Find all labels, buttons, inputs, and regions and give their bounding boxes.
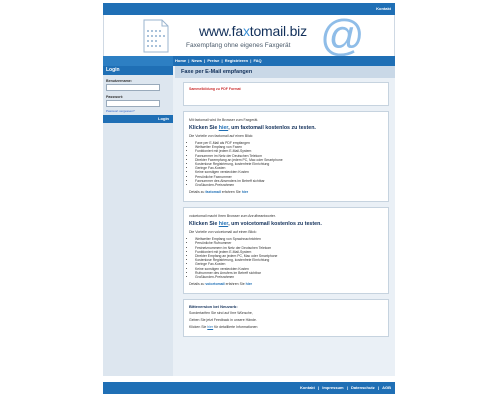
sidebar: Login Benutzername: Passwort: Passwort v… xyxy=(103,66,173,376)
faxtomail-intro: Mit faxtomail wird Ihr Browser zum Faxge… xyxy=(189,118,259,122)
faxtomail-lead: Die Vorteile von faxtomail auf einen Bli… xyxy=(189,134,254,138)
site-tagline: Faxempfang ohne eigenes Faxgerät xyxy=(186,42,291,49)
voicetomail-box: voicetomail macht Ihren Browser zum Anru… xyxy=(183,207,389,295)
faxtomail-box: Mit faxtomail wird Ihr Browser zum Faxge… xyxy=(183,111,389,203)
feedback-line-1: Sondertarifen Sie sind auf Ihre Wünsche, xyxy=(189,311,253,316)
nav-item-registrieren[interactable]: Registrieren xyxy=(225,58,248,63)
password-input[interactable] xyxy=(106,100,160,107)
footer-impressum-link[interactable]: Impressum xyxy=(322,385,343,390)
list-item: Großkunden-Preisrahmen xyxy=(195,275,383,279)
voicetomail-here-link[interactable]: hier xyxy=(246,282,252,286)
voicetomail-details: Details zu voicetomail erfahren Sie hier xyxy=(189,282,253,287)
feedback-line-3: Klicken Sie hier für detaillierte Inform… xyxy=(189,325,258,330)
feedback-box: Bitteversion bei Neuvorb: Sondertarifen … xyxy=(183,299,389,338)
kontakt-link[interactable]: Kontakt xyxy=(376,6,391,11)
faxtomail-details-link[interactable]: faxtomail xyxy=(205,190,220,194)
header: www.faxtomail.biz Faxempfang ohne eigene… xyxy=(103,11,395,60)
fax-document-icon xyxy=(143,19,169,53)
footer-kontakt-link[interactable]: Kontakt xyxy=(300,385,315,390)
login-title: Login xyxy=(103,66,173,75)
voicetomail-lead: Die Vorteile von voicetomail auf einen B… xyxy=(189,230,257,235)
footer-agb-link[interactable]: AGB xyxy=(382,385,391,390)
voicetomail-intro: voicetomail macht Ihren Browser zum Anru… xyxy=(189,214,276,219)
faxtomail-details: Details zu faxtomail erfahren Sie hier xyxy=(189,190,249,195)
footer: Kontakt | Impressum | Datenschutz | AGB xyxy=(103,382,395,394)
site-logo[interactable]: www.faxtomail.biz xyxy=(199,23,307,39)
faxtomail-here-link[interactable]: hier xyxy=(242,190,248,194)
forgot-password-link[interactable]: Passwort vergessen? xyxy=(106,109,170,113)
content-columns: Login Benutzername: Passwort: Passwort v… xyxy=(103,66,395,376)
notice-link[interactable]: Sammelbildung zu PDF Format xyxy=(189,87,383,91)
nav-item-home[interactable]: Home xyxy=(175,58,186,63)
page-title: Faxe per E-Mail empfangen xyxy=(175,66,395,78)
password-label: Passwort: xyxy=(106,95,124,99)
faxtomail-benefits: Faxe per E-Mail als PDF empfangen Weltwe… xyxy=(189,141,383,187)
voicetomail-test-link[interactable]: hier xyxy=(219,221,228,227)
feedback-title: Bitteversion bei Neuvorb: xyxy=(189,304,238,310)
nav-item-news[interactable]: News xyxy=(192,58,202,63)
footer-datenschutz-link[interactable]: Datenschutz xyxy=(351,385,375,390)
faxtomail-headline: Klicken Sie hier, um faxtomail kostenlos… xyxy=(189,125,316,131)
nav-item-preise[interactable]: Preise xyxy=(207,58,219,63)
login-form: Benutzername: Passwort: Passwort vergess… xyxy=(103,75,173,126)
voicetomail-benefits: Weltweiter Empfang von Sprachnachrichten… xyxy=(189,237,383,279)
notice-box: Sammelbildung zu PDF Format xyxy=(183,82,389,106)
voicetomail-details-link[interactable]: voicetomail xyxy=(205,282,224,286)
faxtomail-test-link[interactable]: hier xyxy=(219,125,228,131)
list-item: Großkunden-Preisrahmen xyxy=(195,183,383,187)
username-input[interactable] xyxy=(106,84,160,91)
voicetomail-headline: Klicken Sie hier, um voicetomail kostenl… xyxy=(189,221,322,228)
page: Kontakt www.faxtomail.biz Faxempfang ohn… xyxy=(103,3,395,394)
at-symbol-logo: @ xyxy=(320,11,365,60)
nav-item-faq[interactable]: FAQ xyxy=(253,58,261,63)
main-content: Faxe per E-Mail empfangen Sammelbildung … xyxy=(173,66,395,376)
feedback-line-2: Geben Sie jetzt Feedback in unsere Hände… xyxy=(189,318,257,323)
login-button[interactable]: Login xyxy=(103,115,173,123)
username-label: Benutzername: xyxy=(106,79,132,83)
main-nav: Home | News | Preise | Registrieren | FA… xyxy=(103,56,395,66)
